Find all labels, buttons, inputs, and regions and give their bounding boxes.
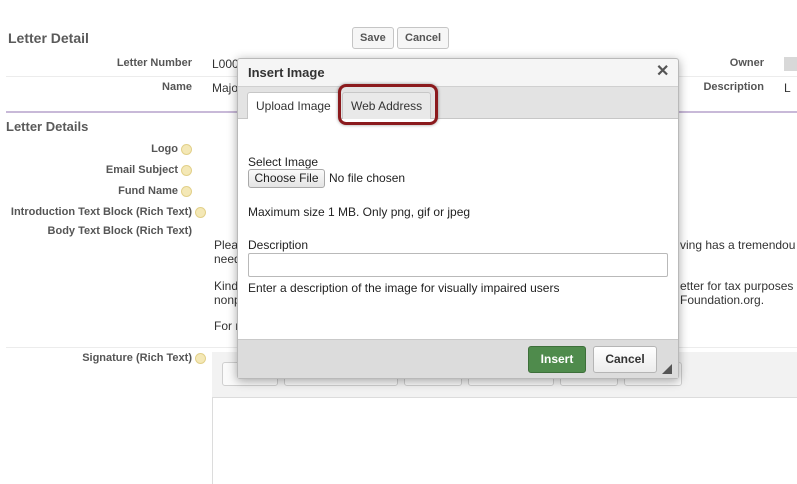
body-text-line: For r <box>214 319 240 333</box>
insert-button[interactable]: Insert <box>528 346 586 373</box>
help-icon[interactable] <box>195 206 206 218</box>
letter-number-label: Letter Number <box>116 57 192 69</box>
highlight-ring <box>338 84 438 125</box>
insert-image-dialog: Insert Image ✕ Upload Image Web Address … <box>237 58 679 379</box>
body-text-line: Plea <box>214 238 239 252</box>
body-text-field: Body Text Block (Rich Text) <box>0 225 192 237</box>
email-subject-label: Email Subject <box>105 164 178 176</box>
name-value: Majo <box>212 81 239 95</box>
signature-field: Signature (Rich Text) <box>0 352 206 364</box>
dialog-body: Select Image Choose File No file chosen … <box>238 119 678 339</box>
body-text-line: Foundation.org. <box>680 293 765 307</box>
fund-name-field: Fund Name <box>0 185 192 197</box>
close-icon[interactable]: ✕ <box>656 63 669 81</box>
description-label: Description <box>703 81 764 93</box>
description-hint: Enter a description of the image for vis… <box>248 281 560 295</box>
description-value: L <box>784 81 791 95</box>
logo-label: Logo <box>151 143 178 155</box>
dialog-title: Insert Image <box>248 65 325 80</box>
cancel-button[interactable]: Cancel <box>397 27 450 49</box>
description-label: Description <box>248 238 309 252</box>
page-title: Letter Detail <box>8 30 89 46</box>
help-icon[interactable] <box>181 143 192 155</box>
dialog-tabs: Upload Image Web Address <box>238 86 678 121</box>
tab-upload-image[interactable]: Upload Image <box>247 92 340 121</box>
body-text-line: etter for tax purposes <box>680 279 794 293</box>
intro-text-label: Introduction Text Block (Rich Text) <box>10 206 192 218</box>
name-label: Name <box>162 81 192 93</box>
owner-avatar <box>784 57 797 71</box>
section-title[interactable]: Letter Details <box>6 119 88 134</box>
body-text-line: ving has a tremendou <box>680 238 796 252</box>
help-icon[interactable] <box>181 185 192 197</box>
signature-label: Signature (Rich Text) <box>82 352 192 364</box>
logo-field: Logo <box>0 143 192 155</box>
help-icon[interactable] <box>181 164 192 176</box>
body-text-label: Body Text Block (Rich Text) <box>47 225 192 237</box>
save-button[interactable]: Save <box>352 27 394 49</box>
letter-number-value: L000 <box>212 57 239 71</box>
intro-text-field: Introduction Text Block (Rich Text) <box>0 206 206 218</box>
description-input[interactable] <box>248 253 668 277</box>
resize-handle-icon[interactable] <box>662 364 672 374</box>
email-subject-field: Email Subject <box>0 164 192 176</box>
help-icon[interactable] <box>195 352 206 364</box>
body-text-line: Kind <box>214 279 239 293</box>
owner-label: Owner <box>729 57 764 69</box>
choose-file-button[interactable]: Choose File <box>248 169 325 188</box>
dialog-footer: Insert Cancel <box>238 339 678 378</box>
dialog-cancel-button[interactable]: Cancel <box>593 346 657 373</box>
no-file-text: No file chosen <box>329 171 406 185</box>
max-size-hint: Maximum size 1 MB. Only png, gif or jpeg <box>248 205 471 219</box>
select-image-label: Select Image <box>248 155 319 169</box>
fund-name-label: Fund Name <box>118 185 178 197</box>
